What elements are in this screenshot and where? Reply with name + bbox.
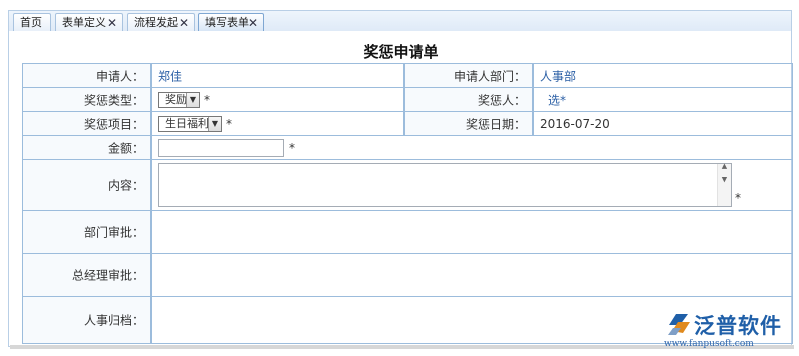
applicant-dept-value: 人事部	[540, 69, 577, 83]
applicant-dept-cell: 人事部	[533, 63, 793, 88]
content-label: 内容：	[22, 159, 151, 211]
amount-cell: *	[151, 135, 793, 160]
required-mark: *	[204, 92, 210, 107]
tab-form-definition[interactable]: 表单定义 ✕	[55, 13, 123, 33]
applicant-cell: 郑佳	[151, 63, 404, 88]
dept-approval-cell	[151, 210, 793, 254]
reward-type-cell: 奖励 ▼ *	[151, 87, 404, 112]
reward-item-select[interactable]: 生日福利 ▼	[158, 116, 222, 132]
tab-label: 流程发起	[134, 16, 178, 29]
reward-date-label: 奖惩日期：	[404, 111, 533, 136]
amount-label: 金额：	[22, 135, 151, 160]
required-mark: *	[735, 191, 741, 205]
dept-approval-label: 部门审批：	[22, 210, 151, 254]
content-cell: ▲ ▼ *	[151, 159, 793, 211]
tab-home[interactable]: 首页	[13, 13, 51, 33]
tab-fill-form[interactable]: 填写表单 ✕	[198, 13, 264, 33]
gm-approval-label: 总经理审批：	[22, 253, 151, 297]
scroll-up-icon[interactable]: ▲	[718, 162, 731, 170]
required-mark: *	[289, 140, 295, 155]
gm-approval-cell	[151, 253, 793, 297]
applicant-dept-label: 申请人部门：	[404, 63, 533, 88]
reward-item-label: 奖惩项目：	[22, 111, 151, 136]
hr-archive-label: 人事归档：	[22, 296, 151, 344]
chevron-down-icon: ▼	[208, 117, 221, 131]
tab-process-launch[interactable]: 流程发起 ✕	[127, 13, 195, 33]
close-icon[interactable]: ✕	[179, 14, 189, 32]
reward-type-select[interactable]: 奖励 ▼	[158, 92, 200, 108]
tab-label: 填写表单	[205, 16, 249, 29]
brand-name: 泛普软件	[694, 314, 782, 338]
chevron-down-icon: ▼	[186, 93, 199, 107]
target-person-label: 奖惩人：	[404, 87, 533, 112]
reward-type-label: 奖惩类型：	[22, 87, 151, 112]
watermark-logo: 泛普软件 www.fanpusoft.com	[664, 310, 794, 352]
form-panel: 奖惩申请单 申请人： 郑佳 申请人部门： 人事部 奖惩类型： 奖励 ▼ * 奖惩…	[8, 31, 793, 347]
amount-input[interactable]	[158, 139, 284, 157]
brand-url: www.fanpusoft.com	[664, 339, 754, 349]
applicant-label: 申请人：	[22, 63, 151, 88]
content-textarea[interactable]: ▲ ▼	[158, 162, 732, 207]
applicant-value: 郑佳	[158, 69, 183, 83]
reward-date-value[interactable]: 2016-07-20	[540, 117, 610, 131]
brand-icon	[668, 314, 690, 335]
page-title: 奖惩申请单	[363, 43, 439, 61]
tab-bar: 首页 表单定义 ✕ 流程发起 ✕ 填写表单 ✕	[8, 10, 792, 33]
reward-date-cell: 2016-07-20	[533, 111, 793, 136]
select-person-link[interactable]: 选*	[548, 91, 566, 108]
close-icon[interactable]: ✕	[107, 14, 117, 32]
close-icon[interactable]: ✕	[248, 14, 258, 32]
required-mark: *	[226, 116, 232, 131]
reward-item-cell: 生日福利 ▼ *	[151, 111, 404, 136]
target-person-cell: 选*	[533, 87, 793, 112]
tab-label: 表单定义	[62, 16, 106, 29]
textarea-scrollbar[interactable]: ▲ ▼	[717, 162, 731, 206]
tab-label: 首页	[20, 16, 42, 29]
app-window: 首页 表单定义 ✕ 流程发起 ✕ 填写表单 ✕ 奖惩申请单 申请人： 郑佳 申请…	[0, 0, 799, 356]
scroll-down-icon[interactable]: ▼	[718, 176, 731, 195]
